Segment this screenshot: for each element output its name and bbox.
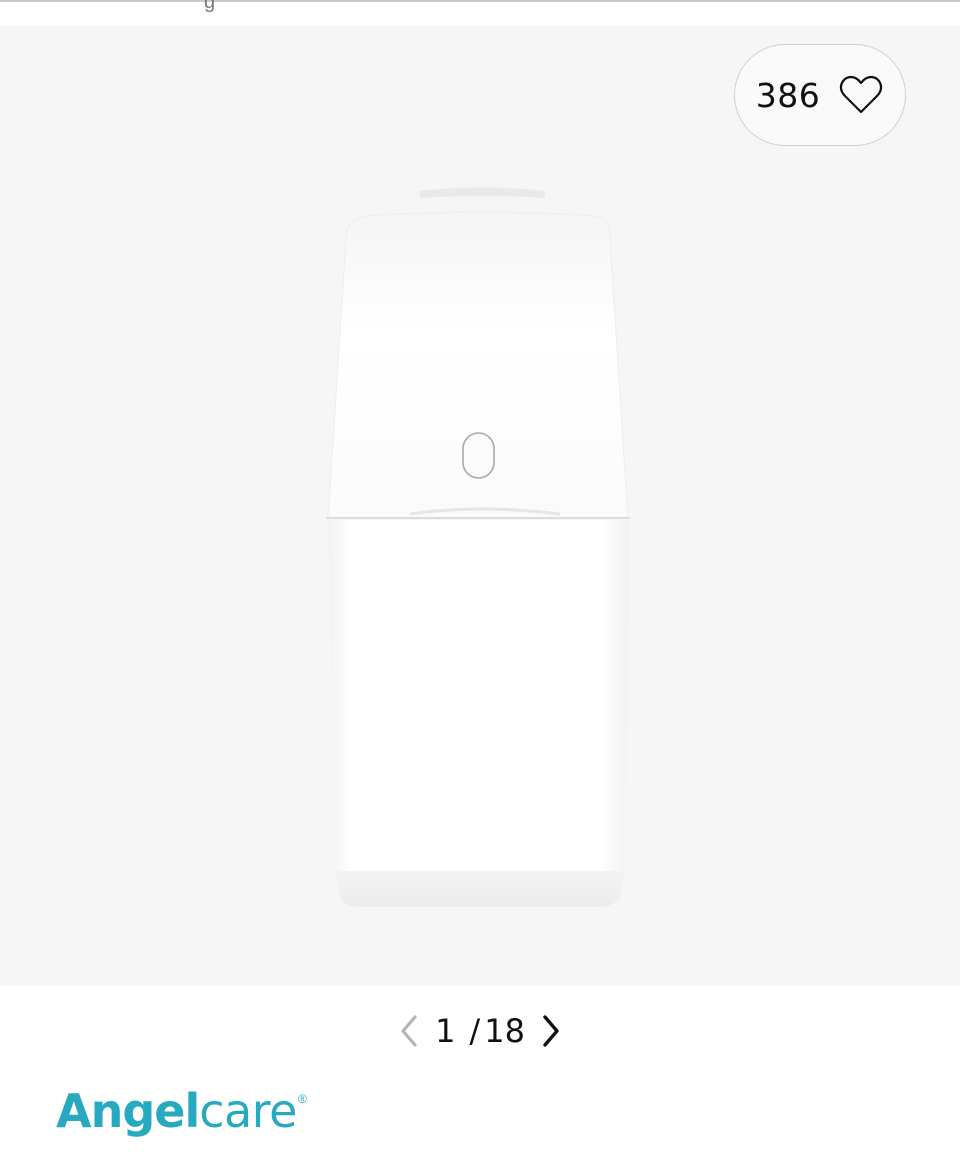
- truncated-header-text: g: [204, 0, 216, 13]
- chevron-left-icon: [401, 1015, 417, 1047]
- like-button[interactable]: 386: [734, 44, 906, 146]
- previous-image-button[interactable]: [389, 1006, 429, 1056]
- current-page: 1: [435, 1012, 456, 1050]
- like-count: 386: [755, 75, 821, 115]
- product-image-gallery[interactable]: 386: [0, 26, 960, 986]
- registered-mark: ®: [297, 1092, 307, 1106]
- brand-logo[interactable]: Angel care ®: [56, 1084, 307, 1154]
- top-strip: g: [0, 0, 960, 26]
- brand-name-bold: Angel: [56, 1084, 200, 1138]
- page-separator: /: [469, 1012, 481, 1050]
- total-pages: 18: [484, 1012, 525, 1050]
- product-image[interactable]: [0, 26, 960, 986]
- heart-outline-icon: [840, 75, 883, 114]
- brand-name-light: care: [199, 1084, 297, 1138]
- page-indicator: 1 / 18: [435, 1012, 525, 1050]
- image-pagination: 1 / 18: [0, 1002, 960, 1060]
- chevron-right-icon: [543, 1015, 559, 1047]
- next-image-button[interactable]: [531, 1006, 571, 1056]
